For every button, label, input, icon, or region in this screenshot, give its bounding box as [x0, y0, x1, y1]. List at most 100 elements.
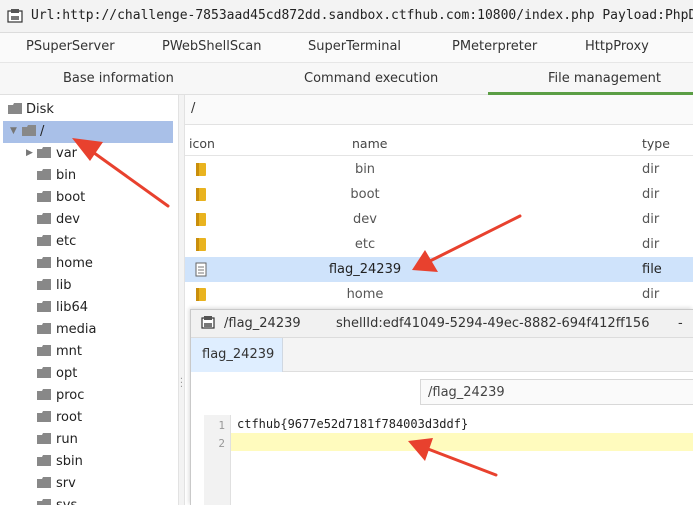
tree-node-label: sbin: [56, 454, 83, 469]
code-line[interactable]: ctfhub{9677e52d7181f784003d3ddf}: [231, 415, 693, 433]
column-type[interactable]: type: [642, 136, 670, 151]
tree-node-label: lib: [56, 278, 72, 293]
tree-node-mnt[interactable]: mnt: [0, 341, 178, 363]
tree-node-root[interactable]: root: [0, 407, 178, 429]
disk-icon: [8, 103, 22, 114]
tree-node-dev[interactable]: dev: [0, 209, 178, 231]
tree-node-label: media: [56, 322, 97, 337]
folder-icon: [37, 147, 51, 158]
file-type: file: [642, 262, 662, 277]
tab-psuperserver[interactable]: PSuperServer: [26, 39, 115, 54]
file-row[interactable]: home dir: [185, 282, 693, 307]
folder-icon: [37, 389, 51, 400]
window-title-bar: Url:http://challenge-7853aad45cd872dd.sa…: [0, 0, 693, 33]
tree-node-var[interactable]: ▶ var: [0, 143, 178, 165]
editor-tab-bar: flag_24239: [191, 338, 693, 372]
folder-icon: [37, 257, 51, 268]
folder-icon: [37, 345, 51, 356]
folder-icon: [37, 169, 51, 180]
tree-node-label: etc: [56, 234, 77, 249]
tab-command-execution[interactable]: Command execution: [304, 71, 438, 86]
path-bar[interactable]: /: [185, 95, 693, 125]
tab-pmeterpreter[interactable]: PMeterpreter: [452, 39, 537, 54]
tree-node-proc[interactable]: proc: [0, 385, 178, 407]
code-editor[interactable]: 1 2 ctfhub{9677e52d7181f784003d3ddf}: [191, 415, 693, 505]
main-tab-bar: Base information Command execution File …: [0, 63, 693, 95]
line-number-gutter: 1 2: [204, 415, 231, 505]
tab-file-management[interactable]: File management: [548, 71, 661, 86]
tree-node-lib[interactable]: lib: [0, 275, 178, 297]
tab-superterminal[interactable]: SuperTerminal: [308, 39, 401, 54]
tree-node-sbin[interactable]: sbin: [0, 451, 178, 473]
tree-node-boot[interactable]: boot: [0, 187, 178, 209]
tree-node-sys[interactable]: sys: [0, 495, 178, 505]
code-line-active[interactable]: [231, 433, 693, 451]
file-name: bin: [354, 162, 376, 177]
folder-icon: [37, 301, 51, 312]
editor-title-bar[interactable]: /flag_24239 shellId:edf41049-5294-49ec-8…: [191, 310, 693, 338]
tree-node-label: srv: [56, 476, 76, 491]
tab-httpproxy[interactable]: HttpProxy: [585, 39, 649, 54]
tree-node-label: opt: [56, 366, 78, 381]
tree-node-home[interactable]: home: [0, 253, 178, 275]
tree-node-opt[interactable]: opt: [0, 363, 178, 385]
tree-node-label: proc: [56, 388, 85, 403]
tree-node-run[interactable]: run: [0, 429, 178, 451]
file-row[interactable]: dev dir: [185, 207, 693, 232]
tree-node-etc[interactable]: etc: [0, 231, 178, 253]
tree-node-label: root: [56, 410, 83, 425]
folder-icon: [196, 238, 206, 251]
column-icon[interactable]: icon: [189, 136, 215, 151]
tree-node-root-selected[interactable]: ▼ /: [3, 121, 173, 143]
folder-icon: [37, 455, 51, 466]
editor-title-path: /flag_24239: [224, 316, 301, 331]
file-row[interactable]: etc dir: [185, 232, 693, 257]
folder-icon: [37, 235, 51, 246]
editor-path-field[interactable]: /flag_24239: [420, 379, 693, 405]
expand-right-icon[interactable]: ▶: [26, 148, 33, 158]
tree-node-bin[interactable]: bin: [0, 165, 178, 187]
file-type: dir: [642, 287, 660, 302]
app-icon: [201, 316, 215, 329]
app-icon: [7, 9, 23, 23]
file-row-flag-selected[interactable]: flag_24239 file: [185, 257, 693, 282]
folder-icon: [196, 213, 206, 226]
tree-node-label: boot: [56, 190, 86, 205]
plugin-tab-bar: PSuperServer PWebShellScan SuperTerminal…: [0, 33, 693, 63]
file-type: dir: [642, 237, 660, 252]
splitter-grip-icon: · · ·: [179, 374, 184, 393]
tree-node-media[interactable]: media: [0, 319, 178, 341]
folder-icon: [196, 188, 206, 201]
editor-tab-flag[interactable]: flag_24239: [191, 338, 283, 372]
tab-pwebshellscan[interactable]: PWebShellScan: [162, 39, 262, 54]
tree-node-srv[interactable]: srv: [0, 473, 178, 495]
editor-path-value: /flag_24239: [428, 385, 505, 400]
tree-node-label: bin: [56, 168, 77, 183]
folder-icon: [196, 288, 206, 301]
url-payload-text: Url:http://challenge-7853aad45cd872dd.sa…: [31, 8, 693, 23]
minimize-button[interactable]: -: [678, 316, 683, 331]
file-type: dir: [642, 212, 660, 227]
tree-node-label: sys: [56, 498, 77, 505]
file-name: boot: [350, 187, 380, 202]
tree-root-label: Disk: [26, 102, 54, 117]
tree-node-lib64[interactable]: lib64: [0, 297, 178, 319]
expand-down-icon: ▼: [10, 126, 17, 136]
line-number: 2: [218, 437, 225, 450]
file-row[interactable]: bin dir: [185, 157, 693, 182]
current-path: /: [191, 101, 196, 116]
tree-root-disk[interactable]: Disk: [0, 99, 178, 121]
column-name[interactable]: name: [352, 136, 387, 151]
folder-icon: [37, 213, 51, 224]
shell-id: shellId:edf41049-5294-49ec-8882-694f412f…: [336, 316, 650, 331]
folder-icon: [37, 477, 51, 488]
file-name: etc: [354, 237, 376, 252]
tab-base-information[interactable]: Base information: [63, 71, 174, 86]
file-name: flag_24239: [328, 262, 402, 277]
tree-node-label: mnt: [56, 344, 82, 359]
folder-icon: [37, 367, 51, 378]
panel-splitter[interactable]: · · ·: [178, 95, 185, 505]
folder-icon: [37, 191, 51, 202]
tree-node-label: lib64: [56, 300, 89, 315]
file-row[interactable]: boot dir: [185, 182, 693, 207]
